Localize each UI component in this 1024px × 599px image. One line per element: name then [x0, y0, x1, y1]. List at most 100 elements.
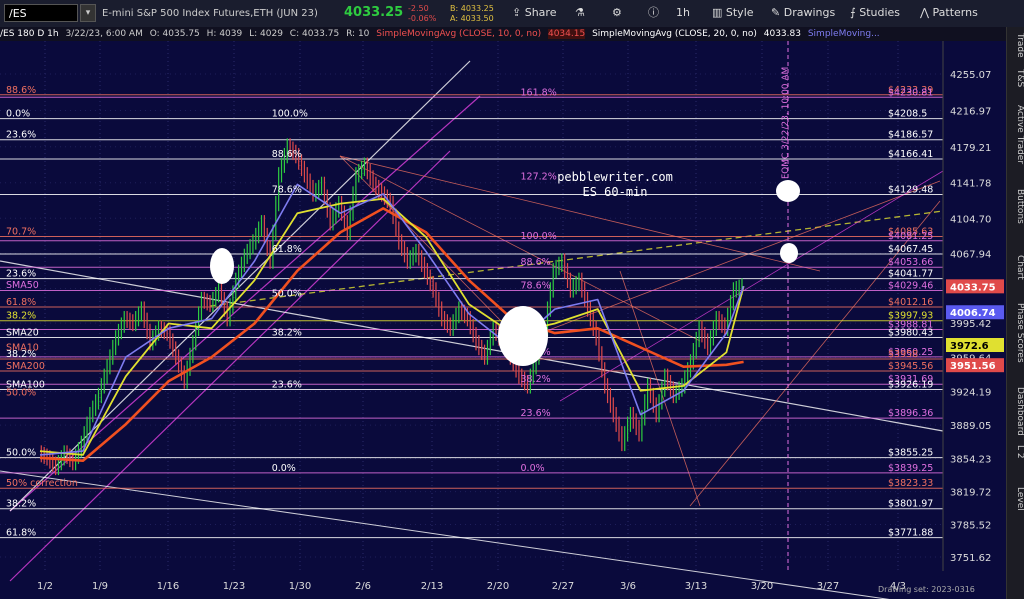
style-label: Style	[725, 6, 754, 19]
sidebar-item-buttons[interactable]: Buttons	[1007, 189, 1024, 224]
share-label: Share	[524, 6, 557, 19]
watermark-line2: ES 60-min	[582, 185, 647, 199]
status-symbol: /ES 180 D 1h	[0, 29, 59, 39]
fib-label: 0.0%	[521, 463, 545, 474]
patterns-label: Patterns	[932, 6, 978, 19]
level-price-label: $3896.36	[888, 408, 933, 419]
share-button[interactable]: ⇪ Share	[512, 3, 556, 23]
status-bar: /ES 180 D 1h 3/22/23, 6:00 AM O: 4035.75…	[0, 27, 1024, 41]
level-price-label: $3801.97	[888, 499, 933, 510]
time-tick-label: 1/2	[37, 581, 53, 592]
status-sma10-value: 4034.15	[547, 29, 586, 39]
status-high: H: 4039	[206, 29, 243, 39]
time-tick-label: 2/20	[487, 581, 509, 592]
level-price-label: $4186.57	[888, 130, 933, 141]
time-tick-label: 3/27	[817, 581, 839, 592]
drawings-button[interactable]: ✎ Drawings	[771, 3, 835, 23]
studies-button[interactable]: ⨍ Studies	[850, 3, 900, 23]
level-price-label: $4029.46	[888, 280, 933, 291]
time-tick-label: 2/13	[421, 581, 443, 592]
status-sma20: SimpleMovingAvg (CLOSE, 20, 0, no)	[592, 29, 757, 39]
status-open: O: 4035.75	[149, 29, 200, 39]
gear-icon[interactable]: ⚙	[612, 3, 622, 23]
fib-label: 38.2%	[521, 374, 551, 385]
time-tick-label: 1/16	[157, 581, 179, 592]
toolbar: /ES ▾ E-mini S&P 500 Index Futures,ETH (…	[0, 0, 1024, 28]
price-tag-label: 4006.74	[950, 308, 996, 319]
price-chart[interactable]: $4233.39$4230.81$4208.5$4186.57$4166.41$…	[0, 41, 1006, 599]
level-left-label: 0.0%	[6, 109, 30, 120]
level-left-label: SMA50	[6, 280, 39, 291]
style-button[interactable]: ▥ Style	[712, 3, 754, 23]
ask-value: A: 4033.50	[450, 14, 494, 23]
sidebar-item-phase-scores[interactable]: Phase Scores	[1007, 303, 1024, 363]
time-tick-label: 2/6	[355, 581, 371, 592]
sidebar-item-l2[interactable]: L 2	[1007, 445, 1024, 459]
patterns-button[interactable]: ⋀ Patterns	[920, 3, 978, 23]
symbol-input[interactable]: /ES	[4, 4, 78, 22]
level-price-label: $3771.88	[888, 528, 933, 539]
level-price-label: $4053.66	[888, 257, 933, 268]
sidebar-item-dashboard[interactable]: Dashboard	[1007, 387, 1024, 436]
price-tick-label: 3889.05	[950, 421, 991, 432]
sidebar-item-chart[interactable]: Chart	[1007, 255, 1024, 280]
fib-label: 88.6%	[521, 257, 551, 268]
timeframe-button[interactable]: 1h	[676, 3, 690, 23]
fomc-note: FOMC 3/22/23, 10:00 AM	[781, 67, 791, 179]
level-price-label: $3945.56	[888, 361, 933, 372]
price-tick-label: 3854.23	[950, 455, 991, 466]
time-tick-label: 1/23	[223, 581, 245, 592]
sidebar-item-trade[interactable]: Trade	[1007, 33, 1024, 58]
fib-label: 78.6%	[521, 280, 551, 291]
level-left-label: SMA200	[6, 361, 45, 372]
fib-label: 23.6%	[272, 380, 302, 391]
fib-label: 88.6%	[272, 149, 302, 160]
right-sidebar: Trade T&S Active Trader Buttons Chart Ph…	[1006, 27, 1024, 599]
status-sma-trunc: SimpleMoving...	[807, 29, 880, 39]
level-price-label: $3839.25	[888, 463, 933, 474]
price-tag-label: 4033.75	[950, 282, 996, 293]
price-tick-label: 4067.94	[950, 250, 991, 261]
sidebar-item-active-trader[interactable]: Active Trader	[1007, 105, 1024, 164]
status-sma20-value: 4033.83	[763, 29, 801, 39]
patterns-icon: ⋀	[920, 6, 933, 19]
sidebar-item-level[interactable]: Level	[1007, 487, 1024, 511]
price-tick-label: 4255.07	[950, 70, 991, 81]
fib-label: 23.6%	[521, 408, 551, 419]
price-tick-label: 4179.21	[950, 143, 991, 154]
studies-label: Studies	[859, 6, 901, 19]
info-icon[interactable]: ⓘ	[648, 3, 659, 23]
level-price-label: $4067.45	[888, 244, 933, 255]
flask-icon[interactable]: ⚗	[575, 3, 585, 23]
fib-label: 100.0%	[521, 231, 557, 242]
price-tick-label: 3924.19	[950, 387, 991, 398]
status-close: C: 4033.75	[289, 29, 340, 39]
level-left-label: 61.8%	[6, 297, 36, 308]
symbol-dropdown-icon[interactable]: ▾	[80, 4, 96, 22]
change-value: -2.50	[408, 4, 429, 13]
level-left-label: 50.0%	[6, 387, 36, 398]
level-left-label: 23.6%	[6, 269, 36, 280]
level-left-label: 23.6%	[6, 130, 36, 141]
status-date: 3/22/23, 6:00 AM	[65, 29, 143, 39]
style-icon: ▥	[712, 6, 726, 19]
highlight-circle	[780, 243, 798, 263]
symbol-description: E-mini S&P 500 Index Futures,ETH (JUN 23…	[102, 8, 318, 19]
sidebar-item-ts[interactable]: T&S	[1007, 69, 1024, 87]
status-range: R: 10	[346, 29, 370, 39]
fib-label: 100.0%	[272, 109, 308, 120]
time-tick-label: 1/9	[92, 581, 108, 592]
level-price-label: $4041.77	[888, 269, 933, 280]
level-price-label: $3926.19	[888, 380, 933, 391]
price-tick-label: 4104.70	[950, 214, 991, 225]
price-tick-label: 4141.78	[950, 179, 991, 190]
share-icon: ⇪	[512, 6, 525, 19]
price-tick-label: 3995.42	[950, 319, 991, 330]
level-price-label: $4129.48	[888, 184, 933, 195]
level-price-label: $4166.41	[888, 149, 933, 160]
watermark-line1: pebblewriter.com	[557, 170, 673, 184]
drawings-label: Drawings	[783, 6, 836, 19]
price-tick-label: 4216.97	[950, 107, 991, 118]
level-price-label: $3958	[888, 349, 918, 360]
price-tick-label: 3751.62	[950, 553, 991, 564]
